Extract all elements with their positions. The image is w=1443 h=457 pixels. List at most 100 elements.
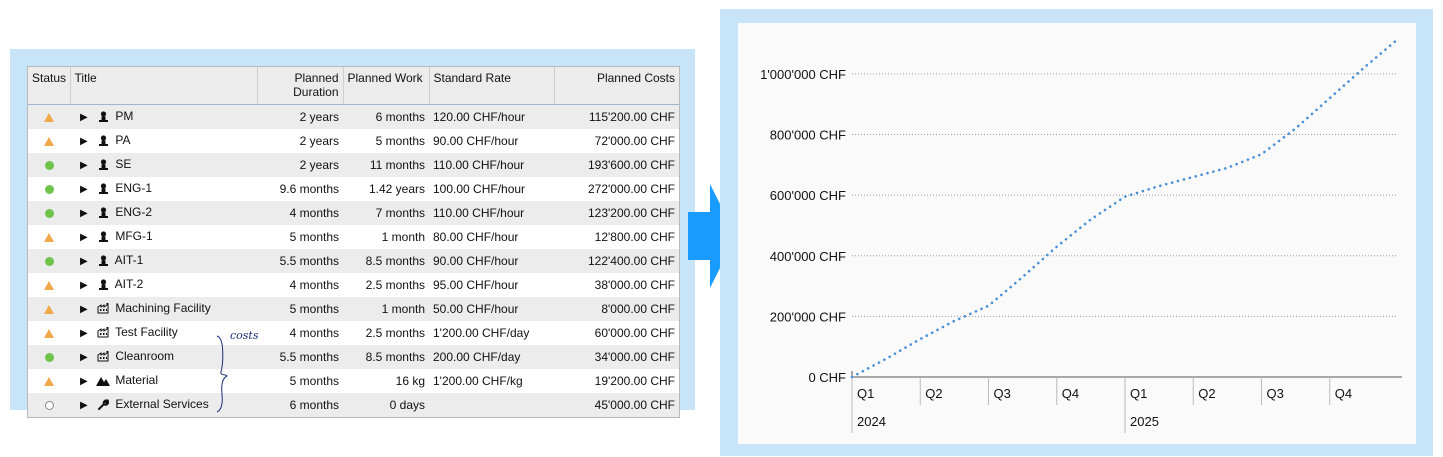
planned-costs-cell: 38'000.00 CHF	[554, 273, 679, 297]
planned-costs-cell: 8'000.00 CHF	[554, 297, 679, 321]
table-row[interactable]: ▶ MFG-1 5 months 1 month 80.00 CHF/hour 12'8…	[28, 225, 679, 249]
empty-status-icon	[44, 401, 54, 411]
expand-triangle-icon[interactable]: ▶	[80, 275, 94, 297]
expand-triangle-icon[interactable]: ▶	[80, 347, 94, 369]
column-header-planned-duration[interactable]: Planned Duration	[257, 67, 344, 105]
factory-icon	[94, 345, 112, 367]
person-icon	[94, 249, 112, 271]
planned-costs-cell: 272'000.00 CHF	[554, 177, 679, 201]
warning-status-icon	[44, 329, 54, 339]
table-row[interactable]: ▶ AIT-2 4 months 2.5 months 95.00 CHF/hour 3…	[28, 273, 679, 297]
resource-title: ENG-2	[115, 205, 153, 219]
status-cell	[28, 369, 70, 393]
quarter-label: Q3	[994, 386, 1011, 401]
planned-duration-cell: 4 months	[257, 201, 343, 225]
expand-triangle-icon[interactable]: ▶	[80, 131, 94, 153]
planned-costs-cell: 19'200.00 CHF	[554, 369, 679, 393]
quarter-label: Q2	[925, 386, 942, 401]
quarter-label: Q3	[1267, 386, 1284, 401]
table-row[interactable]: ▶ PM 2 years 6 months 120.00 CHF/hour 115'20…	[28, 104, 679, 129]
factory-icon	[94, 297, 112, 319]
factory-icon	[94, 321, 112, 343]
expand-triangle-icon[interactable]: ▶	[80, 227, 94, 249]
title-cell: ▶ AIT-1	[70, 249, 257, 273]
table-row[interactable]: ▶ Cleanroom 5.5 months 8.5 months 200.00 CH…	[28, 345, 679, 369]
standard-rate-cell: 1'200.00 CHF/day	[429, 321, 554, 345]
column-header-status[interactable]: Status	[28, 67, 71, 105]
table-row[interactable]: ▶ AIT-1 5.5 months 8.5 months 90.00 CHF/hou…	[28, 249, 679, 273]
table-row[interactable]: ▶ PA 2 years 5 months 90.00 CHF/hour 72'000.…	[28, 129, 679, 153]
planned-work-cell: 16 kg	[343, 369, 429, 393]
resource-title: External Services	[115, 397, 209, 411]
person-icon	[94, 105, 112, 127]
column-header-label: Status	[32, 71, 67, 85]
title-cell: ▶ AIT-2	[70, 273, 257, 297]
standard-rate-cell: 95.00 CHF/hour	[429, 273, 554, 297]
planned-work-cell: 1 month	[343, 297, 429, 321]
status-cell	[28, 345, 70, 369]
person-icon	[94, 201, 112, 223]
table-row[interactable]: ▶ Material 5 months 16 kg 1'200.00 CHF/kg 19…	[28, 369, 679, 393]
expand-triangle-icon[interactable]: ▶	[80, 107, 94, 129]
resource-title: AIT-1	[114, 253, 144, 267]
title-cell: ▶ SE	[70, 153, 257, 177]
table-row[interactable]: ▶ External Services 6 months 0 days 45'000.…	[28, 393, 679, 417]
y-tick-label: 200'000 CHF	[770, 309, 846, 324]
column-header-planned-costs[interactable]: Planned Costs	[554, 67, 679, 105]
expand-triangle-icon[interactable]: ▶	[80, 155, 94, 177]
status-cell	[28, 201, 70, 225]
person-icon	[94, 177, 112, 199]
table-row[interactable]: ▶ Machining Facility 5 months 1 month 50.00…	[28, 297, 679, 321]
status-cell	[28, 225, 70, 249]
table-row[interactable]: ▶ Test Facility 4 months 2.5 months 1'200.0…	[28, 321, 679, 345]
quarter-label: Q4	[1335, 386, 1352, 401]
resource-title: MFG-1	[115, 229, 153, 243]
quarter-label: Q1	[857, 386, 874, 401]
planned-duration-cell: 2 years	[257, 153, 343, 177]
cumulative-cost-chart: 0 CHF 200'000 CHF 400'000 CHF 600'000 CHF 80…	[760, 37, 1402, 433]
expand-triangle-icon[interactable]: ▶	[80, 323, 94, 345]
quarter-label: Q1	[1130, 386, 1147, 401]
status-cell	[28, 321, 70, 345]
quarter-label: Q4	[1062, 386, 1079, 401]
standard-rate-cell: 200.00 CHF/day	[429, 345, 554, 369]
planned-work-cell: 8.5 months	[343, 345, 429, 369]
title-cell: ▶ PM	[70, 104, 257, 129]
expand-triangle-icon[interactable]: ▶	[80, 179, 94, 201]
expand-triangle-icon[interactable]: ▶	[80, 371, 94, 393]
column-header-title[interactable]: Title	[70, 67, 258, 105]
title-cell: ▶ ENG-2	[70, 201, 257, 225]
standard-rate-cell	[429, 393, 554, 417]
planned-work-cell: 5 months	[343, 129, 429, 153]
ok-status-icon	[44, 161, 54, 171]
expand-triangle-icon[interactable]: ▶	[80, 251, 94, 273]
planned-work-cell: 8.5 months	[343, 249, 429, 273]
column-header-label: Planned	[294, 71, 339, 85]
standard-rate-cell: 120.00 CHF/hour	[429, 104, 554, 129]
y-tick-label: 600'000 CHF	[770, 188, 846, 203]
table-row[interactable]: ▶ ENG-1 9.6 months 1.42 years 100.00 CHF/ho…	[28, 177, 679, 201]
year-label: 2024	[857, 414, 886, 429]
title-cell: ▶ MFG-1	[70, 225, 257, 249]
title-cell: ▶ PA	[70, 129, 257, 153]
y-tick-label: 800'000 CHF	[770, 128, 846, 143]
column-header-standard-rate[interactable]: Standard Rate	[429, 67, 555, 105]
expand-triangle-icon[interactable]: ▶	[80, 395, 94, 417]
column-header-planned-work[interactable]: Planned Work	[343, 67, 430, 105]
expand-triangle-icon[interactable]: ▶	[80, 299, 94, 321]
expand-triangle-icon[interactable]: ▶	[80, 203, 94, 225]
person-icon	[94, 153, 112, 175]
planned-duration-cell: 9.6 months	[257, 177, 343, 201]
table-row[interactable]: ▶ ENG-2 4 months 7 months 110.00 CHF/hour 12…	[28, 201, 679, 225]
planned-duration-cell: 5 months	[257, 297, 343, 321]
standard-rate-cell: 1'200.00 CHF/kg	[429, 369, 554, 393]
table-row[interactable]: ▶ SE 2 years 11 months 110.00 CHF/hour 193'6…	[28, 153, 679, 177]
year-label: 2025	[1130, 414, 1159, 429]
resource-title: PM	[115, 109, 134, 123]
planned-costs-cell: 115'200.00 CHF	[554, 104, 679, 129]
standard-rate-cell: 90.00 CHF/hour	[429, 249, 554, 273]
wrench-icon	[94, 393, 112, 415]
planned-costs-cell: 193'600.00 CHF	[554, 153, 679, 177]
resource-title: Cleanroom	[115, 349, 175, 363]
planned-duration-cell: 6 months	[257, 393, 343, 417]
